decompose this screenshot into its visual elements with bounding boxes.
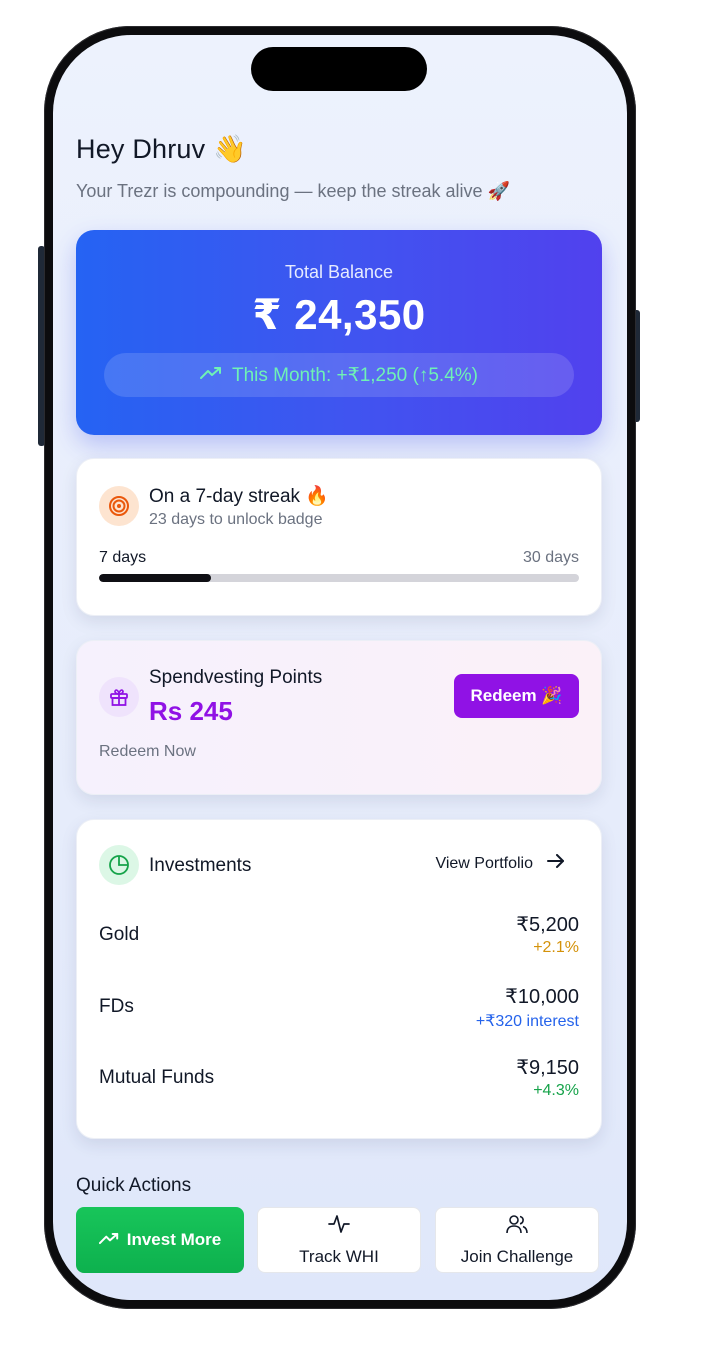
arrow-right-icon xyxy=(547,854,565,873)
balance-amount: ₹ 24,350 xyxy=(252,291,426,338)
streak-progress-fill xyxy=(99,574,211,582)
target-icon xyxy=(99,486,139,526)
activity-icon xyxy=(328,1214,350,1239)
streak-start-label: 7 days xyxy=(99,549,147,566)
gift-icon xyxy=(99,677,139,717)
greeting-title: Hey Dhruv 👋 xyxy=(76,134,247,164)
trending-up-icon xyxy=(98,1230,119,1250)
month-change-text: This Month: +₹1,250 (↑5.4%) xyxy=(231,364,478,386)
redeem-button[interactable]: Redeem 🎉 xyxy=(454,674,579,718)
track-whi-label: Track WHI xyxy=(299,1246,379,1266)
asset-change: +2.1% xyxy=(533,939,579,956)
spendvesting-points-card: Spendvesting Points Rs 245 Redeem 🎉 Rede… xyxy=(76,640,602,795)
total-balance-card[interactable]: Total Balance ₹ 24,350 This Month: +₹1,2… xyxy=(76,230,602,435)
invest-more-button[interactable]: Invest More xyxy=(76,1207,244,1273)
month-change-pill: This Month: +₹1,250 (↑5.4%) xyxy=(104,353,574,397)
asset-change: +4.3% xyxy=(533,1082,579,1099)
streak-end-label: 30 days xyxy=(522,549,579,566)
invest-more-label: Invest More xyxy=(126,1230,222,1249)
join-challenge-button[interactable]: Join Challenge xyxy=(435,1207,599,1273)
points-value: Rs 245 xyxy=(149,696,233,726)
streak-card[interactable]: On a 7-day streak 🔥 23 days to unlock ba… xyxy=(76,458,602,616)
streak-progress-bar xyxy=(99,574,579,582)
quick-actions-title: Quick Actions xyxy=(76,1175,192,1196)
track-whi-button[interactable]: Track WHI xyxy=(257,1207,421,1273)
asset-amount: ₹10,000 xyxy=(505,986,579,1008)
app-screen: Hey Dhruv 👋 Your Trezr is compounding — … xyxy=(53,35,627,1300)
phone-frame: Hey Dhruv 👋 Your Trezr is compounding — … xyxy=(44,26,636,1309)
balance-label: Total Balance xyxy=(284,262,394,282)
view-portfolio-link[interactable]: View Portfolio xyxy=(435,854,565,873)
view-portfolio-label: View Portfolio xyxy=(435,854,533,872)
points-title: Spendvesting Points xyxy=(149,667,323,688)
asset-change: +₹320 interest xyxy=(475,1013,579,1030)
streak-title: On a 7-day streak 🔥 xyxy=(149,486,329,507)
redeem-now-link[interactable]: Redeem Now xyxy=(99,743,196,761)
investments-card: Investments View Portfolio Gold ₹5,200 +… xyxy=(76,819,602,1139)
asset-name: FDs xyxy=(99,996,134,1017)
trending-up-icon xyxy=(199,364,222,386)
asset-name: Gold xyxy=(99,924,140,945)
investments-title: Investments xyxy=(149,855,252,876)
greeting-subtitle: Your Trezr is compounding — keep the str… xyxy=(76,181,510,201)
join-challenge-label: Join Challenge xyxy=(460,1246,574,1266)
streak-subtitle: 23 days to unlock badge xyxy=(149,511,323,528)
asset-amount: ₹5,200 xyxy=(516,914,579,936)
users-icon xyxy=(506,1214,528,1239)
asset-name: Mutual Funds xyxy=(99,1067,215,1088)
pie-chart-icon xyxy=(99,845,139,885)
dynamic-island xyxy=(251,47,427,91)
asset-amount: ₹9,150 xyxy=(516,1057,579,1079)
